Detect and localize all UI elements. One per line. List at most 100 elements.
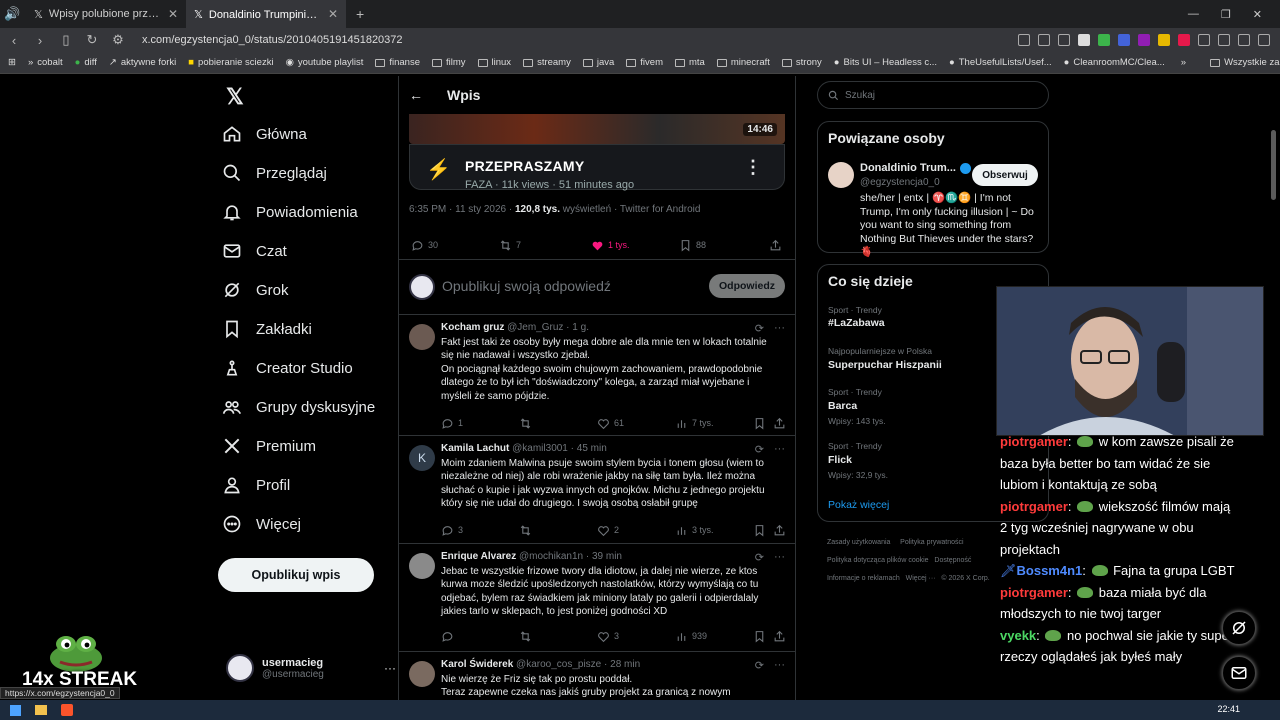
trend-name[interactable]: Superpuchar Hiszpanii — [828, 359, 942, 371]
bookmark-folder[interactable]: linux — [477, 57, 511, 68]
like-button[interactable]: 2 — [597, 524, 619, 537]
bookmark-folder[interactable]: filmy — [431, 57, 466, 68]
browser-tab-1[interactable]: 𝕏 Wpisy polubione przez usermacieg (@ ✕ — [26, 0, 186, 28]
nav-item-notifications[interactable]: Powiadomienia — [222, 202, 358, 222]
related-name[interactable]: Donaldinio Trum... — [860, 162, 971, 174]
reply-post[interactable]: Kocham gruz @Jem_Gruz · 1 g. ⟳ ··· Fakt j… — [399, 316, 795, 436]
reply-submit-button[interactable]: Odpowiedz — [709, 274, 785, 298]
share-button[interactable] — [773, 417, 786, 430]
views-button[interactable]: 7 tys. — [675, 417, 714, 430]
sidebar-icon[interactable] — [1218, 34, 1230, 46]
repost-button[interactable] — [519, 630, 532, 643]
nav-item-profile[interactable]: Profil — [222, 475, 290, 495]
nav-item-creator-studio[interactable]: Creator Studio — [222, 358, 353, 378]
nav-item-grok[interactable]: Grok — [222, 280, 289, 300]
extension-icon[interactable] — [1178, 34, 1190, 46]
grok-icon[interactable]: ⟳ — [755, 551, 764, 564]
footer-link[interactable]: Zasady użytkowania — [827, 539, 890, 546]
reply-post[interactable]: Karol Świderek @karoo_cos_pisze · 28 min… — [399, 653, 795, 700]
like-button[interactable]: 3 — [597, 630, 619, 643]
extension-icon[interactable] — [1098, 34, 1110, 46]
menu-icon[interactable] — [1258, 34, 1270, 46]
author-name[interactable]: Enrique Alvarez — [441, 551, 516, 562]
site-settings-icon[interactable]: ⚙ — [110, 32, 126, 48]
video-card[interactable]: ⚡ PRZEPRASZAMY FAZA · 11k views · 51 min… — [409, 144, 785, 191]
bookmark-item[interactable]: ● Bits UI – Headless c... — [834, 57, 937, 68]
nav-item-chat[interactable]: Czat — [222, 241, 287, 261]
footer-link[interactable]: Polityka prywatności — [900, 539, 963, 546]
forward-icon[interactable]: › — [32, 33, 48, 48]
bookmark-item[interactable]: ■ pobieranie sciezki — [188, 57, 273, 68]
nav-item-more[interactable]: Więcej — [222, 514, 301, 534]
grok-icon[interactable]: ⟳ — [755, 443, 764, 456]
reload-icon[interactable]: ↻ — [84, 32, 100, 48]
bookmark-page-icon[interactable]: ▯ — [58, 32, 74, 48]
share-button[interactable] — [769, 239, 782, 252]
bookmark-folder[interactable]: streamy — [523, 57, 571, 68]
bookmark-button[interactable] — [753, 524, 766, 537]
bookmark-item[interactable]: ↗ aktywne forki — [109, 57, 176, 68]
author-name[interactable]: Karol Świderek — [441, 659, 513, 670]
x-logo-icon[interactable]: 𝕏 — [226, 84, 244, 110]
more-icon[interactable]: ··· — [774, 322, 785, 335]
minimize-icon[interactable]: — — [1188, 8, 1199, 20]
bookmark-button[interactable] — [753, 417, 766, 430]
extensions-puzzle-icon[interactable] — [1198, 34, 1210, 46]
reply-button[interactable]: 1 — [441, 417, 463, 430]
like-button[interactable]: 61 — [597, 417, 624, 430]
more-icon[interactable]: ··· — [774, 659, 785, 672]
bookmark-folder[interactable]: finanse — [375, 57, 420, 68]
footer-link[interactable]: Dostępność — [934, 557, 971, 564]
new-tab-button[interactable]: + — [356, 6, 364, 22]
reply-post[interactable]: K Kamila Lachut @kamil3001 · 45 min ⟳ ···… — [399, 437, 795, 544]
messages-fab-button[interactable] — [1222, 656, 1256, 690]
nav-item-communities[interactable]: Grupy dyskusyjne — [222, 397, 375, 417]
author-name[interactable]: Kocham gruz — [441, 322, 504, 333]
author-name[interactable]: Kamila Lachut — [441, 443, 509, 454]
back-arrow-icon[interactable]: ← — [409, 87, 423, 103]
repost-button[interactable] — [519, 524, 532, 537]
brave-shield-icon[interactable] — [1078, 34, 1090, 46]
account-more-icon[interactable]: ··· — [384, 661, 396, 675]
bookmark-folder[interactable]: strony — [781, 57, 822, 68]
bookmark-folder[interactable]: mta — [675, 57, 705, 68]
bookmark-star-icon[interactable] — [1058, 34, 1070, 46]
repost-button[interactable]: 7 — [499, 239, 521, 252]
bookmark-folder[interactable]: fivem — [626, 57, 663, 68]
start-icon[interactable] — [10, 704, 21, 716]
audio-icon[interactable]: 🔊 — [4, 6, 20, 22]
close-icon[interactable]: ✕ — [328, 7, 338, 21]
apps-grid-icon[interactable]: ⊞ — [8, 57, 16, 68]
grok-icon[interactable]: ⟳ — [755, 322, 764, 335]
bookmark-item[interactable]: ● TheUsefulLists/Usef... — [949, 57, 1052, 68]
bookmark-folder[interactable]: minecraft — [716, 57, 770, 68]
share-icon[interactable] — [1038, 34, 1050, 46]
like-button[interactable]: 1 tys. — [591, 239, 630, 252]
install-icon[interactable] — [1018, 34, 1030, 46]
extension-icon[interactable] — [1138, 34, 1150, 46]
close-icon[interactable]: ✕ — [168, 7, 178, 21]
nav-item-premium[interactable]: Premium — [222, 436, 316, 456]
footer-link[interactable]: Informacje o reklamach — [827, 575, 900, 582]
trend-name[interactable]: #LaZabawa — [828, 317, 885, 329]
video-thumbnail[interactable]: 14:46 — [409, 114, 785, 144]
bookmarks-more-button[interactable]: » — [1181, 57, 1186, 68]
reply-post[interactable]: Enrique Alvarez @mochikan1n · 39 min ⟳ ··… — [399, 545, 795, 652]
extension-icon[interactable] — [1118, 34, 1130, 46]
brave-browser-icon[interactable] — [61, 704, 73, 716]
footer-link[interactable]: Więcej ··· — [906, 575, 936, 582]
file-explorer-icon[interactable] — [35, 705, 47, 715]
avatar[interactable] — [828, 162, 854, 188]
account-switcher[interactable]: usermacieg @usermacieg ··· — [226, 654, 396, 682]
reply-input[interactable]: Opublikuj swoją odpowiedź — [442, 278, 611, 294]
nav-item-explore[interactable]: Przeglądaj — [222, 163, 327, 183]
search-input[interactable]: Szukaj — [817, 81, 1049, 109]
more-icon[interactable]: ··· — [774, 443, 785, 456]
grok-fab-button[interactable] — [1222, 611, 1256, 645]
footer-link[interactable]: Polityka dotycząca plików cookie — [827, 557, 929, 564]
restore-icon[interactable]: ❐ — [1221, 8, 1231, 21]
nav-item-bookmarks[interactable]: Zakładki — [222, 319, 312, 339]
reply-button[interactable]: 3 — [441, 524, 463, 537]
trend-name[interactable]: Barca — [828, 400, 857, 412]
bookmark-button[interactable] — [753, 630, 766, 643]
